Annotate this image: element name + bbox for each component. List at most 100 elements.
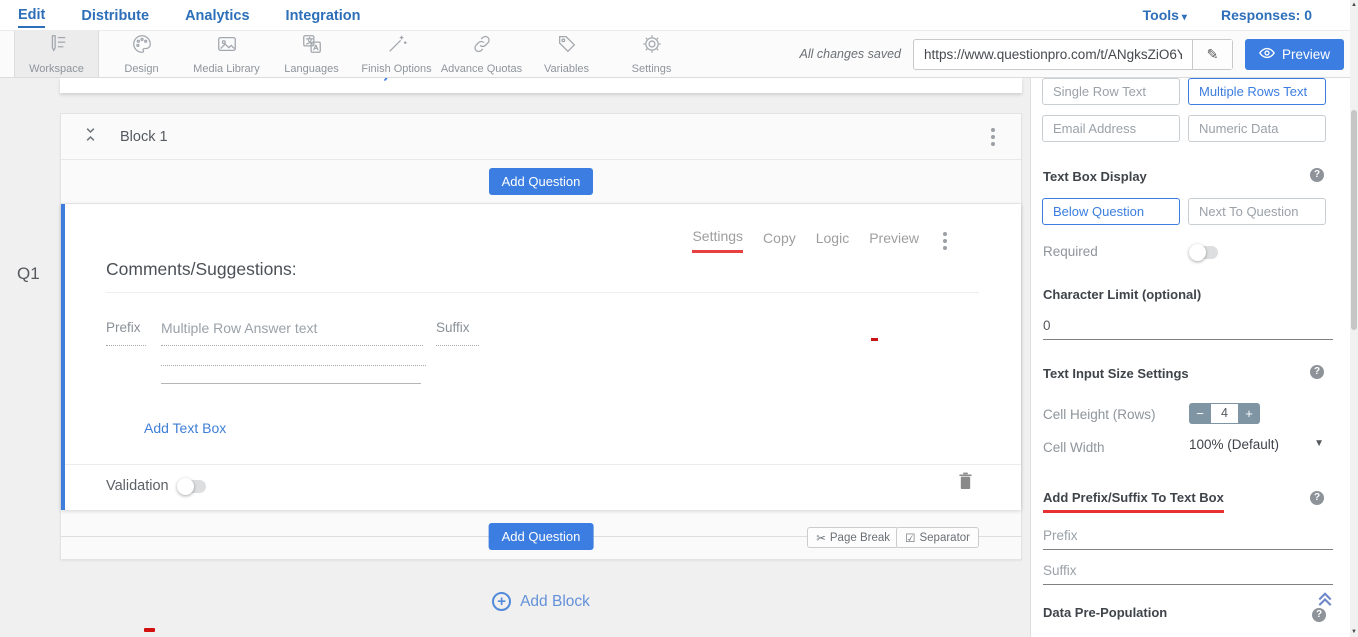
cell-width-label: Cell Width: [1043, 440, 1105, 455]
toolbar-tab-label: Settings: [632, 63, 672, 75]
toolbar-tab-media-library[interactable]: Media Library: [184, 31, 269, 77]
type-single-row-text-button[interactable]: Single Row Text: [1042, 78, 1180, 105]
decrease-rows-button[interactable]: −: [1189, 403, 1211, 424]
workspace-icon: [46, 33, 68, 60]
question-title[interactable]: Comments/Suggestions:: [106, 259, 297, 280]
nav-tab-distribute[interactable]: Distribute: [81, 3, 149, 27]
question-tab-preview[interactable]: Preview: [869, 230, 919, 252]
caret-down-icon: ▾: [1182, 12, 1187, 23]
toolbar-tab-advance-quotas[interactable]: Advance Quotas: [439, 31, 524, 77]
required-toggle[interactable]: [1191, 246, 1218, 259]
toolbar-tab-settings[interactable]: Settings: [609, 31, 694, 77]
nav-tab-analytics[interactable]: Analytics: [185, 3, 249, 27]
add-question-button-bottom[interactable]: Add Question: [489, 523, 594, 550]
divider: [106, 292, 979, 293]
divider: [65, 464, 1021, 465]
prefix-input[interactable]: [1043, 528, 1333, 550]
translate-icon: 文A: [301, 33, 323, 60]
increase-rows-button[interactable]: +: [1238, 403, 1260, 424]
data-prepopulation-title: Data Pre-Population: [1043, 605, 1167, 620]
toolbar-tab-label: Languages: [284, 63, 338, 75]
scrollbar-up-arrow[interactable]: ▲: [1350, 2, 1358, 8]
toolbar-tab-label: Advance Quotas: [441, 63, 522, 75]
question-tabs: Settings Copy Logic Preview: [692, 228, 973, 253]
delete-question-trash-icon[interactable]: [958, 472, 973, 495]
prefix-suffix-title: Add Prefix/Suffix To Text Box: [1043, 490, 1224, 513]
type-email-address-button[interactable]: Email Address: [1042, 115, 1180, 142]
page-scrollbar[interactable]: ▲ ▼: [1350, 0, 1358, 637]
block-title: Block 1: [120, 129, 168, 145]
preview-button[interactable]: Preview: [1245, 39, 1344, 70]
help-icon[interactable]: ?: [1310, 365, 1324, 379]
checkbox-icon: ☑: [905, 531, 915, 545]
page-break-button[interactable]: ✂Page Break: [807, 527, 899, 548]
type-multiple-rows-text-button[interactable]: Multiple Rows Text: [1188, 78, 1326, 105]
toolbar-tab-languages[interactable]: 文A Languages: [269, 31, 354, 77]
validation-toggle[interactable]: [179, 480, 206, 493]
gear-icon: [641, 33, 663, 60]
question-menu-kebab-icon[interactable]: [943, 232, 947, 250]
toolbar-tab-design[interactable]: Design: [99, 31, 184, 77]
type-numeric-data-button[interactable]: Numeric Data: [1188, 115, 1326, 142]
add-text-box-link[interactable]: Add Text Box: [144, 420, 226, 436]
required-label: Required: [1043, 244, 1098, 259]
toolbar-tab-label: Design: [124, 63, 158, 75]
stray-red-mark: [871, 338, 878, 341]
question-tab-logic[interactable]: Logic: [816, 230, 849, 252]
question-card: Settings Copy Logic Preview Comments/Sug…: [61, 204, 1021, 510]
main-area: Q1 Block 1 Add Question Settings Copy Lo…: [0, 78, 1358, 637]
magic-wand-icon: [386, 33, 408, 60]
cell-width-select[interactable]: 100% (Default): [1189, 437, 1279, 452]
answer-row-line: [161, 365, 426, 366]
toolbar-tab-finish-options[interactable]: Finish Options: [354, 31, 439, 77]
help-icon[interactable]: ?: [1310, 491, 1324, 505]
toolbar-tab-workspace[interactable]: Workspace: [14, 31, 99, 77]
scroll-to-top-icon[interactable]: [1315, 589, 1335, 613]
prefix-cell[interactable]: Prefix: [106, 320, 146, 346]
question-number-label: Q1: [17, 264, 40, 284]
add-question-button-top[interactable]: Add Question: [489, 168, 594, 195]
image-icon: [216, 33, 238, 60]
scrollbar-down-arrow[interactable]: ▼: [1350, 629, 1358, 635]
tag-icon: [556, 33, 578, 60]
caret-down-icon[interactable]: ▼: [1314, 438, 1324, 449]
suffix-cell[interactable]: Suffix: [436, 320, 479, 346]
eye-icon: [1259, 47, 1275, 62]
toolbar-tab-label: Workspace: [29, 63, 84, 75]
question-tab-copy[interactable]: Copy: [763, 230, 796, 252]
toolbar-tabs: Workspace Design Media Library 文A Langua…: [0, 31, 694, 77]
toolbar-tab-label: Finish Options: [361, 63, 431, 75]
character-limit-input[interactable]: [1043, 318, 1333, 340]
collapse-block-icon[interactable]: [83, 126, 98, 148]
suffix-input[interactable]: [1043, 563, 1333, 585]
pencil-icon: ✎: [1207, 46, 1219, 63]
answer-text-field[interactable]: Multiple Row Answer text: [161, 320, 423, 346]
questionpro-survey-editor: Edit Distribute Analytics Integration To…: [0, 0, 1358, 637]
question-tab-settings[interactable]: Settings: [692, 228, 743, 253]
toolbar-tab-label: Media Library: [193, 63, 260, 75]
separator-button[interactable]: ☑Separator: [896, 527, 979, 548]
character-limit-title: Character Limit (optional): [1043, 287, 1201, 302]
answer-row-line: [161, 383, 421, 384]
toolbar-tab-variables[interactable]: Variables: [524, 31, 609, 77]
cell-height-stepper: − 4 +: [1189, 403, 1260, 424]
display-next-to-question-button[interactable]: Next To Question: [1188, 198, 1326, 225]
toolbar-tab-label: Variables: [544, 63, 589, 75]
palette-icon: [131, 33, 153, 60]
add-question-row-top: Add Question: [61, 160, 1021, 204]
tools-menu[interactable]: Tools▾: [1143, 7, 1187, 23]
block-menu-kebab-icon[interactable]: [991, 128, 995, 146]
survey-url-input[interactable]: [914, 40, 1192, 69]
scrollbar-thumb[interactable]: [1351, 110, 1357, 330]
add-question-row-bottom: Add Question ✂Page Break ☑Separator: [61, 510, 1021, 559]
nav-tab-integration[interactable]: Integration: [286, 3, 361, 27]
responses-link[interactable]: Responses: 0: [1221, 7, 1312, 23]
add-block-button[interactable]: + Add Block: [60, 592, 1022, 611]
help-icon[interactable]: ?: [1310, 168, 1324, 182]
display-below-question-button[interactable]: Below Question: [1042, 198, 1180, 225]
nav-tab-edit[interactable]: Edit: [18, 2, 45, 28]
block-header: Block 1: [61, 114, 1021, 160]
cell-height-value[interactable]: 4: [1211, 403, 1238, 424]
stray-red-mark: [144, 628, 155, 632]
edit-url-button[interactable]: ✎: [1192, 40, 1232, 69]
